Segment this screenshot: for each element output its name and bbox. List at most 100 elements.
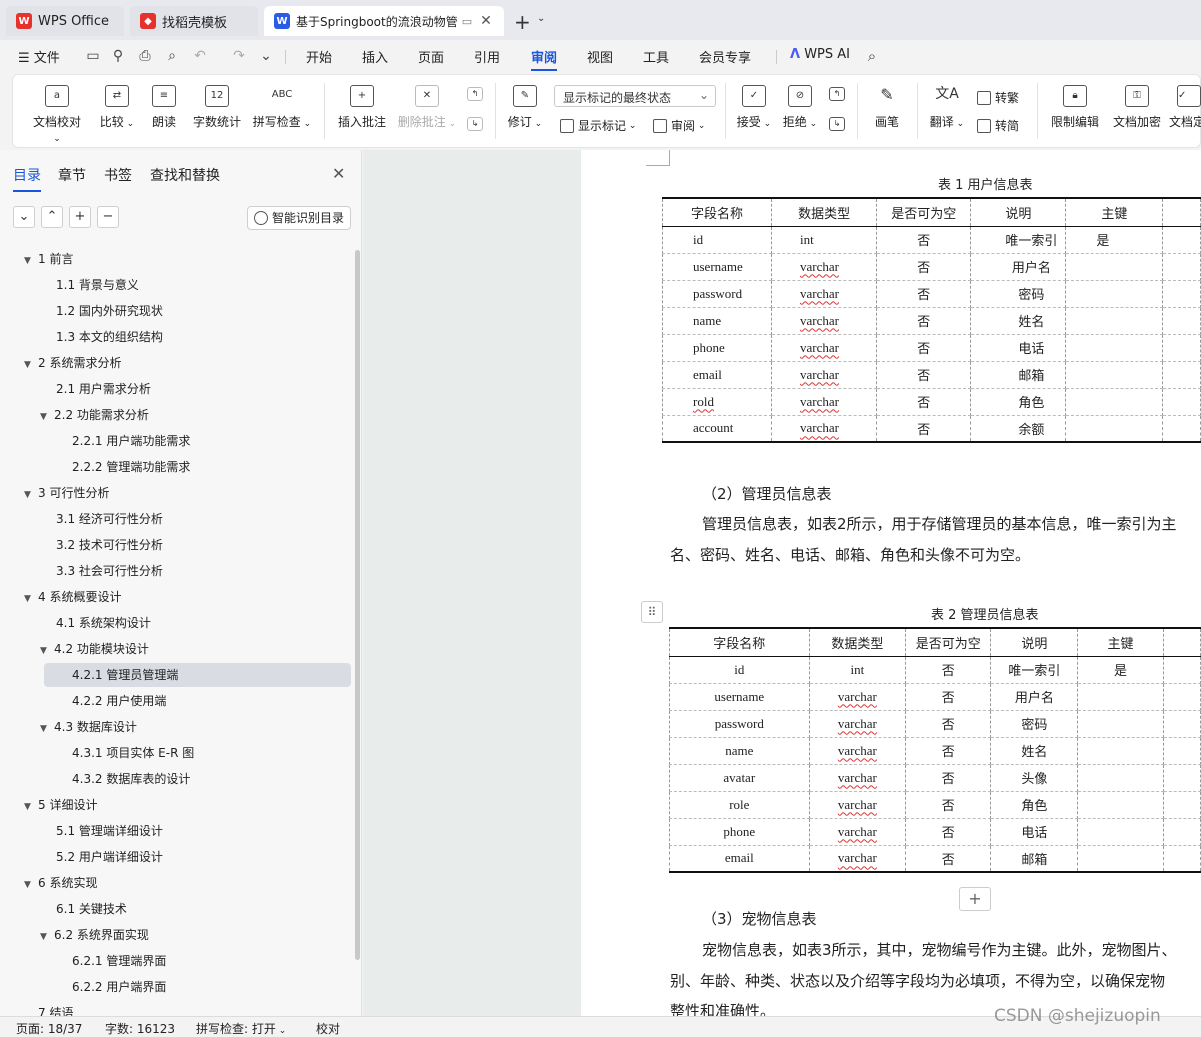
table-cell[interactable]: 邮箱 xyxy=(970,361,1067,389)
table-cell[interactable] xyxy=(1162,791,1201,819)
link-icon[interactable]: ⚲ xyxy=(110,48,126,64)
doc-final-button[interactable]: ✓ 文档定 xyxy=(1169,85,1201,130)
toc-item[interactable]: 4.3.2 数据库表的设计 xyxy=(56,767,190,791)
toc-item[interactable]: 3.1 经济可行性分析 xyxy=(40,507,163,531)
ink-button[interactable]: ✎ 画笔 xyxy=(871,85,903,130)
toc-item[interactable]: 5.2 用户端详细设计 xyxy=(40,845,163,869)
collapse-arrow-icon[interactable]: ▼ xyxy=(40,717,54,741)
table-cell[interactable]: int xyxy=(808,656,907,684)
collapse-arrow-icon[interactable]: ▼ xyxy=(40,925,54,949)
toc-item[interactable]: 1.3 本文的组织结构 xyxy=(40,325,163,349)
table-cell[interactable] xyxy=(1162,388,1201,416)
toc-item[interactable]: 1.1 背景与意义 xyxy=(40,273,139,297)
table-cell[interactable]: 否 xyxy=(876,280,972,308)
table-cell[interactable] xyxy=(1065,253,1164,281)
collapse-arrow-icon[interactable]: ▼ xyxy=(40,405,54,429)
table-cell[interactable] xyxy=(1077,710,1164,738)
toc-item[interactable]: 6.2.1 管理端界面 xyxy=(56,949,166,973)
to-simplified-button[interactable]: 转简 xyxy=(977,117,1019,134)
table-cell[interactable]: varchar xyxy=(808,764,907,792)
table-cell[interactable]: 否 xyxy=(905,710,992,738)
table-cell[interactable] xyxy=(1162,307,1201,335)
toc-item[interactable]: ▼ 3 可行性分析 xyxy=(24,481,109,505)
table-cell[interactable]: 唯一索引 xyxy=(970,226,1067,254)
search-icon[interactable]: ⌕ xyxy=(864,48,880,64)
toc-item[interactable]: 3.2 技术可行性分析 xyxy=(40,533,163,557)
table-cell[interactable]: 电话 xyxy=(970,334,1067,362)
table-cell[interactable] xyxy=(1077,818,1164,846)
close-icon[interactable]: ✕ xyxy=(332,164,345,183)
table-cell[interactable] xyxy=(1162,683,1201,711)
insert-comment-button[interactable]: + 插入批注 xyxy=(335,85,389,130)
accept-button[interactable]: ✓ 接受 ⌄ xyxy=(735,85,773,130)
menu-insert[interactable]: 插入 xyxy=(362,47,388,66)
toc-item[interactable]: ▼ 2 系统需求分析 xyxy=(24,351,121,375)
toc-item[interactable]: ▼ 5 详细设计 xyxy=(24,793,97,817)
table-cell[interactable]: varchar xyxy=(770,388,878,416)
chevron-down-icon[interactable]: ⌄ xyxy=(537,13,545,24)
table-cell[interactable]: int xyxy=(770,226,878,254)
to-traditional-button[interactable]: 转繁 xyxy=(977,89,1019,106)
table-cell[interactable] xyxy=(1162,845,1201,873)
spell-check-toggle[interactable]: 拼写检查: 打开 ⌄ xyxy=(196,1020,286,1037)
toc-item[interactable]: 6.2.2 用户端界面 xyxy=(56,975,166,999)
table-cell[interactable]: 角色 xyxy=(970,388,1067,416)
toc-item[interactable]: 4.1 系统架构设计 xyxy=(40,611,151,635)
collapse-arrow-icon[interactable]: ▼ xyxy=(24,587,38,611)
collapse-arrow-icon[interactable]: ▼ xyxy=(24,249,38,273)
tab-wps-office[interactable]: W WPS Office xyxy=(6,6,124,36)
table-cell[interactable]: avatar xyxy=(669,764,810,792)
spell-check-button[interactable]: ABC 拼写检查 ⌄ xyxy=(251,85,313,130)
table-move-handle-icon[interactable]: ⠿ xyxy=(641,601,663,623)
table-cell[interactable]: id xyxy=(662,226,772,254)
table-cell[interactable]: varchar xyxy=(808,818,907,846)
table-cell[interactable] xyxy=(1065,361,1164,389)
table-cell[interactable]: varchar xyxy=(808,683,907,711)
table-cell[interactable]: id xyxy=(669,656,810,684)
table-cell[interactable]: password xyxy=(669,710,810,738)
toc-item[interactable]: ▼ 4.3 数据库设计 xyxy=(40,715,137,739)
delete-comment-button[interactable]: ✕ 删除批注 ⌄ xyxy=(397,85,457,130)
table-cell[interactable]: email xyxy=(669,845,810,873)
table-cell[interactable]: rold xyxy=(662,388,772,416)
menu-page[interactable]: 页面 xyxy=(418,47,444,66)
table-cell[interactable] xyxy=(1065,415,1164,443)
table-cell[interactable]: username xyxy=(662,253,772,281)
proofread-button[interactable]: 校对 xyxy=(316,1020,340,1037)
smart-toc-button[interactable]: 智能识别目录 xyxy=(247,206,351,230)
prev-comment-button[interactable]: ↰ xyxy=(463,87,487,107)
wps-ai-button[interactable]: ᐱ WPS AI xyxy=(790,47,850,62)
table-cell[interactable] xyxy=(1077,737,1164,765)
scrollbar[interactable] xyxy=(355,250,360,960)
toc-item[interactable]: 1.2 国内外研究现状 xyxy=(40,299,163,323)
table-cell[interactable] xyxy=(1162,737,1201,765)
read-aloud-button[interactable]: ≡ 朗读 xyxy=(149,85,179,130)
table-cell[interactable] xyxy=(1162,253,1201,281)
table-cell[interactable]: varchar xyxy=(808,791,907,819)
toc-item[interactable]: 2.2.2 管理端功能需求 xyxy=(56,455,190,479)
table-cell[interactable]: name xyxy=(662,307,772,335)
translate-button[interactable]: 文A 翻译 ⌄ xyxy=(927,85,967,130)
table-cell[interactable]: varchar xyxy=(808,710,907,738)
table-cell[interactable]: 否 xyxy=(905,845,992,873)
table-cell[interactable] xyxy=(1162,656,1201,684)
toc-item[interactable]: 4.2.2 用户使用端 xyxy=(56,689,166,713)
table-cell[interactable]: varchar xyxy=(770,334,878,362)
next-change-button[interactable]: ↳ xyxy=(825,117,849,137)
toc-item[interactable]: 4.2.1 管理员管理端 xyxy=(56,663,178,687)
table-cell[interactable]: 邮箱 xyxy=(990,845,1079,873)
table-cell[interactable] xyxy=(1077,764,1164,792)
expand-chevron-down-icon[interactable]: ⌄ xyxy=(13,206,35,228)
table-cell[interactable]: varchar xyxy=(770,307,878,335)
table-cell[interactable] xyxy=(1065,388,1164,416)
tab-document[interactable]: W 基于Springboot的流浪动物管 ▭ ✕ xyxy=(264,6,504,36)
menu-view[interactable]: 视图 xyxy=(587,47,613,66)
toc-item[interactable]: 5.1 管理端详细设计 xyxy=(40,819,163,843)
table-cell[interactable]: 余额 xyxy=(970,415,1067,443)
table-cell[interactable] xyxy=(1162,334,1201,362)
table-cell[interactable] xyxy=(1162,710,1201,738)
table-cell[interactable]: varchar xyxy=(808,845,907,873)
restrict-edit-button[interactable]: 🔒︎ 限制编辑 xyxy=(1047,85,1103,130)
page-indicator[interactable]: 页面: 18/37 xyxy=(16,1020,82,1037)
table-cell[interactable] xyxy=(1065,280,1164,308)
